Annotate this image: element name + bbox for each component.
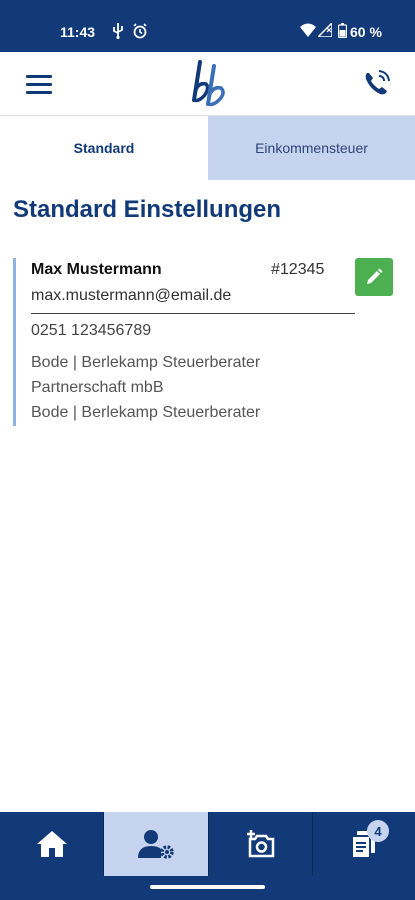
documents-badge: 4 <box>367 820 389 842</box>
nav-home[interactable] <box>0 812 103 876</box>
hamburger-menu-icon[interactable] <box>24 72 56 98</box>
contact-email: max.mustermann@email.de <box>31 287 232 304</box>
status-time: 11:43 <box>60 24 96 40</box>
usb-icon <box>113 23 123 39</box>
bb-logo-icon <box>192 60 225 107</box>
client-number: #12345 <box>271 261 325 278</box>
gesture-handle[interactable] <box>150 885 265 889</box>
bottom-navigation: 4 <box>0 812 415 876</box>
contact-name: Max Mustermann <box>31 261 162 278</box>
nav-documents[interactable]: 4 <box>313 812 415 876</box>
nav-user-settings[interactable] <box>104 812 208 876</box>
divider <box>31 313 355 314</box>
tab-bar: Standard Einkommensteuer <box>0 116 415 180</box>
home-icon <box>36 831 67 857</box>
battery-percent: 60 % <box>350 24 382 40</box>
pencil-icon <box>367 268 383 284</box>
gesture-bar <box>0 876 415 900</box>
edit-button[interactable] <box>355 258 393 296</box>
user-settings-icon <box>138 830 174 859</box>
page-title: Standard Einstellungen <box>13 196 282 223</box>
wifi-icon <box>300 23 316 37</box>
company-line-1: Bode | Berlekamp Steuerberater <box>31 354 261 371</box>
contact-phone: 0251 123456789 <box>31 322 152 339</box>
status-bar: 11:43 60 % <box>0 0 415 52</box>
alarm-icon <box>133 23 147 39</box>
app-bar <box>0 52 415 116</box>
contact-card: Max Mustermann #12345 max.mustermann@ema… <box>13 258 393 426</box>
battery-icon <box>338 23 347 38</box>
company-line-3: Bode | Berlekamp Steuerberater <box>31 404 261 421</box>
signal-icon <box>318 23 332 37</box>
tab-einkommensteuer[interactable]: Einkommensteuer <box>208 116 415 180</box>
nav-camera-add[interactable] <box>209 812 312 876</box>
company-line-2: Partnerschaft mbB <box>31 379 164 396</box>
camera-add-icon <box>246 830 274 858</box>
tab-standard[interactable]: Standard <box>0 116 208 180</box>
phone-call-icon[interactable] <box>362 68 392 98</box>
